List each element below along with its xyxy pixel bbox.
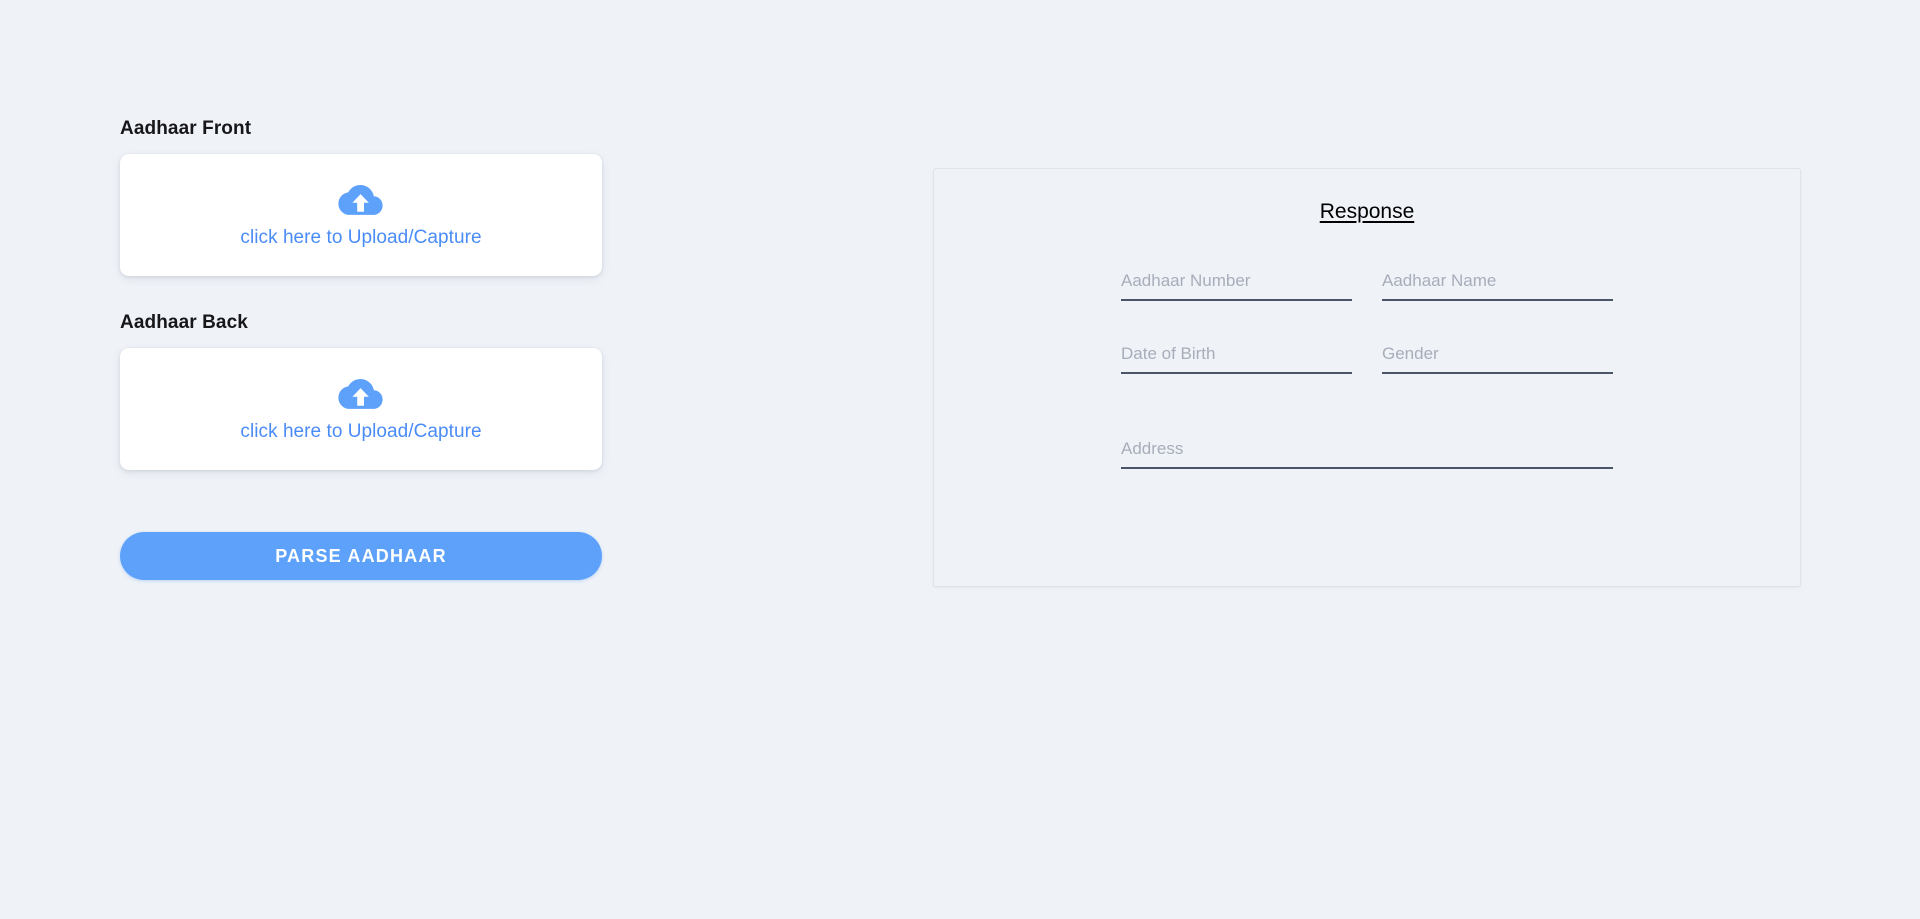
aadhaar-front-upload-card[interactable]: click here to Upload/Capture: [120, 154, 602, 276]
parse-aadhaar-button[interactable]: PARSE AADHAAR: [120, 532, 602, 580]
response-panel: Response: [933, 168, 1801, 587]
aadhaar-back-upload-card[interactable]: click here to Upload/Capture: [120, 348, 602, 470]
response-form: [1121, 270, 1613, 469]
aadhaar-number-input[interactable]: [1121, 270, 1352, 301]
address-field-group: [1121, 438, 1613, 469]
aadhaar-upload-column: Aadhaar Front click here to Upload/Captu…: [120, 118, 602, 580]
response-panel-title: Response: [1319, 200, 1415, 223]
response-form-row-2: [1121, 343, 1613, 374]
response-form-row-1: [1121, 270, 1613, 301]
gender-input[interactable]: [1382, 343, 1613, 374]
app-page: Aadhaar Front click here to Upload/Captu…: [0, 0, 1920, 919]
aadhaar-back-label: Aadhaar Back: [120, 312, 248, 333]
aadhaar-front-upload-text: click here to Upload/Capture: [240, 226, 482, 248]
gender-field-group: [1382, 343, 1613, 374]
response-form-row-3: [1121, 438, 1613, 469]
address-input[interactable]: [1121, 438, 1613, 469]
aadhaar-number-field-group: [1121, 270, 1352, 301]
aadhaar-back-upload-text: click here to Upload/Capture: [240, 420, 482, 442]
cloud-upload-icon: [338, 376, 384, 414]
aadhaar-name-field-group: [1382, 270, 1613, 301]
cloud-upload-icon: [338, 182, 384, 220]
date-of-birth-input[interactable]: [1121, 343, 1352, 374]
aadhaar-name-input[interactable]: [1382, 270, 1613, 301]
date-of-birth-field-group: [1121, 343, 1352, 374]
aadhaar-front-label: Aadhaar Front: [120, 118, 252, 139]
